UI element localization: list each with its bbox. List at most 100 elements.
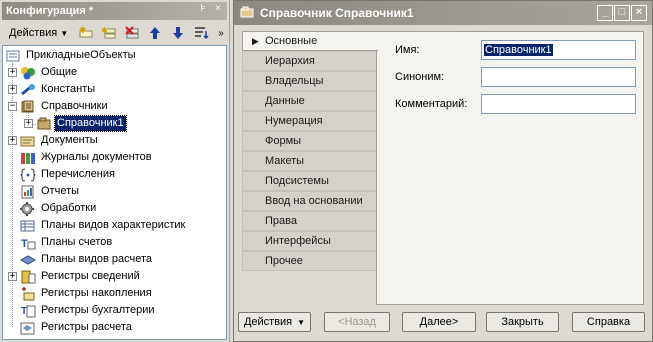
accum-registers-icon: [20, 286, 36, 301]
config-panel-title: Конфигурация *: [6, 5, 94, 17]
maximize-icon[interactable]: □: [614, 5, 630, 21]
tree-item-label: Регистры накопления: [41, 287, 152, 299]
name-field-value: Справочник1: [484, 44, 553, 56]
processing-icon: [20, 201, 36, 216]
tree-item-general[interactable]: + Общие: [8, 64, 79, 81]
expand-icon[interactable]: +: [8, 272, 17, 281]
move-up-icon: [149, 27, 160, 39]
tab-interfaces[interactable]: Интерфейсы: [242, 231, 376, 251]
collapse-icon[interactable]: −: [8, 102, 17, 111]
tab-label: Права: [265, 215, 297, 227]
tab-label: Ввод на основании: [265, 195, 363, 207]
add-child-icon: ✱: [101, 26, 116, 39]
close-button-label: Закрыть: [501, 316, 544, 328]
catalogs-icon: [20, 100, 36, 114]
actions-menu-button[interactable]: Действия ▼: [4, 24, 73, 43]
tree-item-label: ПрикладныеОбъекты: [26, 49, 136, 61]
tab-forms[interactable]: Формы: [242, 131, 376, 151]
sort-button[interactable]: [190, 24, 211, 43]
tree-item-char-plans[interactable]: Планы видов характеристик: [8, 217, 187, 234]
comment-row: Комментарий:: [395, 94, 636, 114]
tree-item-label: Планы видов характеристик: [41, 219, 186, 231]
tab-templates[interactable]: Макеты: [242, 151, 376, 171]
back-button-label: <Назад: [338, 316, 376, 328]
expand-icon[interactable]: +: [8, 136, 17, 145]
general-icon: [20, 66, 36, 80]
tree-item-label: Регистры бухгалтерии: [41, 304, 155, 316]
tab-label: Формы: [265, 135, 302, 147]
name-label: Имя:: [395, 44, 420, 56]
tree-item-reports[interactable]: Отчеты: [8, 183, 81, 200]
back-button[interactable]: <Назад: [324, 312, 390, 332]
tree-item-label: Планы счетов: [41, 236, 113, 248]
move-up-button[interactable]: [144, 24, 165, 43]
configuration-panel: Конфигурация * ⊧ × Действия ▼ ✱ ✱ » Прик…: [0, 0, 230, 342]
comment-field[interactable]: [481, 94, 636, 114]
tree-item-accum-registers[interactable]: Регистры накопления: [8, 285, 154, 302]
synonym-row: Синоним:: [395, 67, 636, 87]
tree-item-label: Константы: [41, 83, 96, 95]
tree-item-catalogs[interactable]: − Справочники: [8, 98, 110, 115]
actions-menu-label: Действия: [9, 27, 58, 39]
tree-item-label: Регистры сведений: [41, 270, 140, 282]
tree-item-calc-plans[interactable]: Планы видов расчета: [8, 251, 154, 268]
move-down-button[interactable]: [167, 24, 188, 43]
toolbar-overflow-icon[interactable]: »: [215, 28, 227, 39]
tab-list: ▶ Основные Иерархия Владельцы Данные Нум…: [242, 31, 378, 271]
expand-icon[interactable]: +: [8, 85, 17, 94]
tab-owners[interactable]: Владельцы: [242, 71, 376, 91]
tab-label: Данные: [265, 95, 305, 107]
tree-item-root[interactable]: ПрикладныеОбъекты: [5, 47, 138, 64]
tab-numbering[interactable]: Нумерация: [242, 111, 376, 131]
add-child-button[interactable]: ✱: [98, 24, 119, 43]
char-plans-icon: [20, 219, 36, 233]
add-button[interactable]: ✱: [75, 24, 96, 43]
comment-label: Комментарий:: [395, 98, 468, 110]
dialog-title-bar[interactable]: Справочник Справочник1: [234, 1, 652, 25]
tree-item-calc-registers[interactable]: Регистры расчета: [8, 319, 134, 336]
tree-item-constants[interactable]: + Константы: [8, 81, 97, 98]
name-field[interactable]: Справочник1: [481, 40, 636, 60]
tree-item-label: Регистры расчета: [41, 321, 132, 333]
tab-other[interactable]: Прочее: [242, 251, 376, 271]
minimize-icon[interactable]: _: [597, 5, 613, 21]
svg-text:✱: ✱: [101, 26, 108, 35]
tree-item-documents[interactable]: + Документы: [8, 132, 100, 149]
tree-item-enums[interactable]: Перечисления: [8, 166, 117, 183]
tree-item-label: Справочник1: [54, 115, 127, 132]
documents-icon: [20, 134, 36, 148]
svg-text:T: T: [21, 238, 28, 250]
tree-item-doc-journals[interactable]: Журналы документов: [8, 149, 154, 166]
close-icon[interactable]: ×: [631, 5, 647, 21]
applied-objects-icon: [5, 49, 21, 63]
close-button[interactable]: Закрыть: [486, 312, 559, 332]
expand-icon[interactable]: +: [24, 119, 33, 128]
tree-item-processing[interactable]: Обработки: [8, 200, 98, 217]
tab-hierarchy[interactable]: Иерархия: [242, 51, 376, 71]
close-icon[interactable]: ×: [212, 2, 224, 16]
tab-main[interactable]: ▶ Основные: [242, 31, 378, 51]
next-button[interactable]: Далее>: [402, 312, 476, 332]
tree-item-acc-registers[interactable]: T Регистры бухгалтерии: [8, 302, 157, 319]
tab-rights[interactable]: Права: [242, 211, 376, 231]
help-button[interactable]: Справка: [572, 312, 645, 332]
move-down-icon: [172, 27, 183, 39]
synonym-field[interactable]: [481, 67, 636, 87]
acc-registers-icon: T: [20, 304, 36, 318]
delete-icon: [124, 26, 139, 39]
expand-icon[interactable]: +: [8, 68, 17, 77]
tab-subsystems[interactable]: Подсистемы: [242, 171, 376, 191]
reports-icon: [20, 185, 36, 199]
calc-registers-icon: [20, 321, 36, 335]
tree-item-info-registers[interactable]: + Регистры сведений: [8, 268, 142, 285]
delete-button[interactable]: [121, 24, 142, 43]
config-tree: ПрикладныеОбъекты + Общие + Константы − …: [2, 45, 227, 340]
tree-item-accounts-plans[interactable]: T Планы счетов: [8, 234, 114, 251]
pin-icon[interactable]: ⊧: [197, 2, 209, 16]
tree-item-catalog1[interactable]: + Справочник1: [24, 115, 127, 132]
actions-button[interactable]: Действия ▼: [238, 312, 311, 332]
add-icon: ✱: [79, 26, 93, 38]
tab-label: Владельцы: [265, 75, 324, 87]
tab-input-based-on[interactable]: Ввод на основании: [242, 191, 376, 211]
tab-data[interactable]: Данные: [242, 91, 376, 111]
